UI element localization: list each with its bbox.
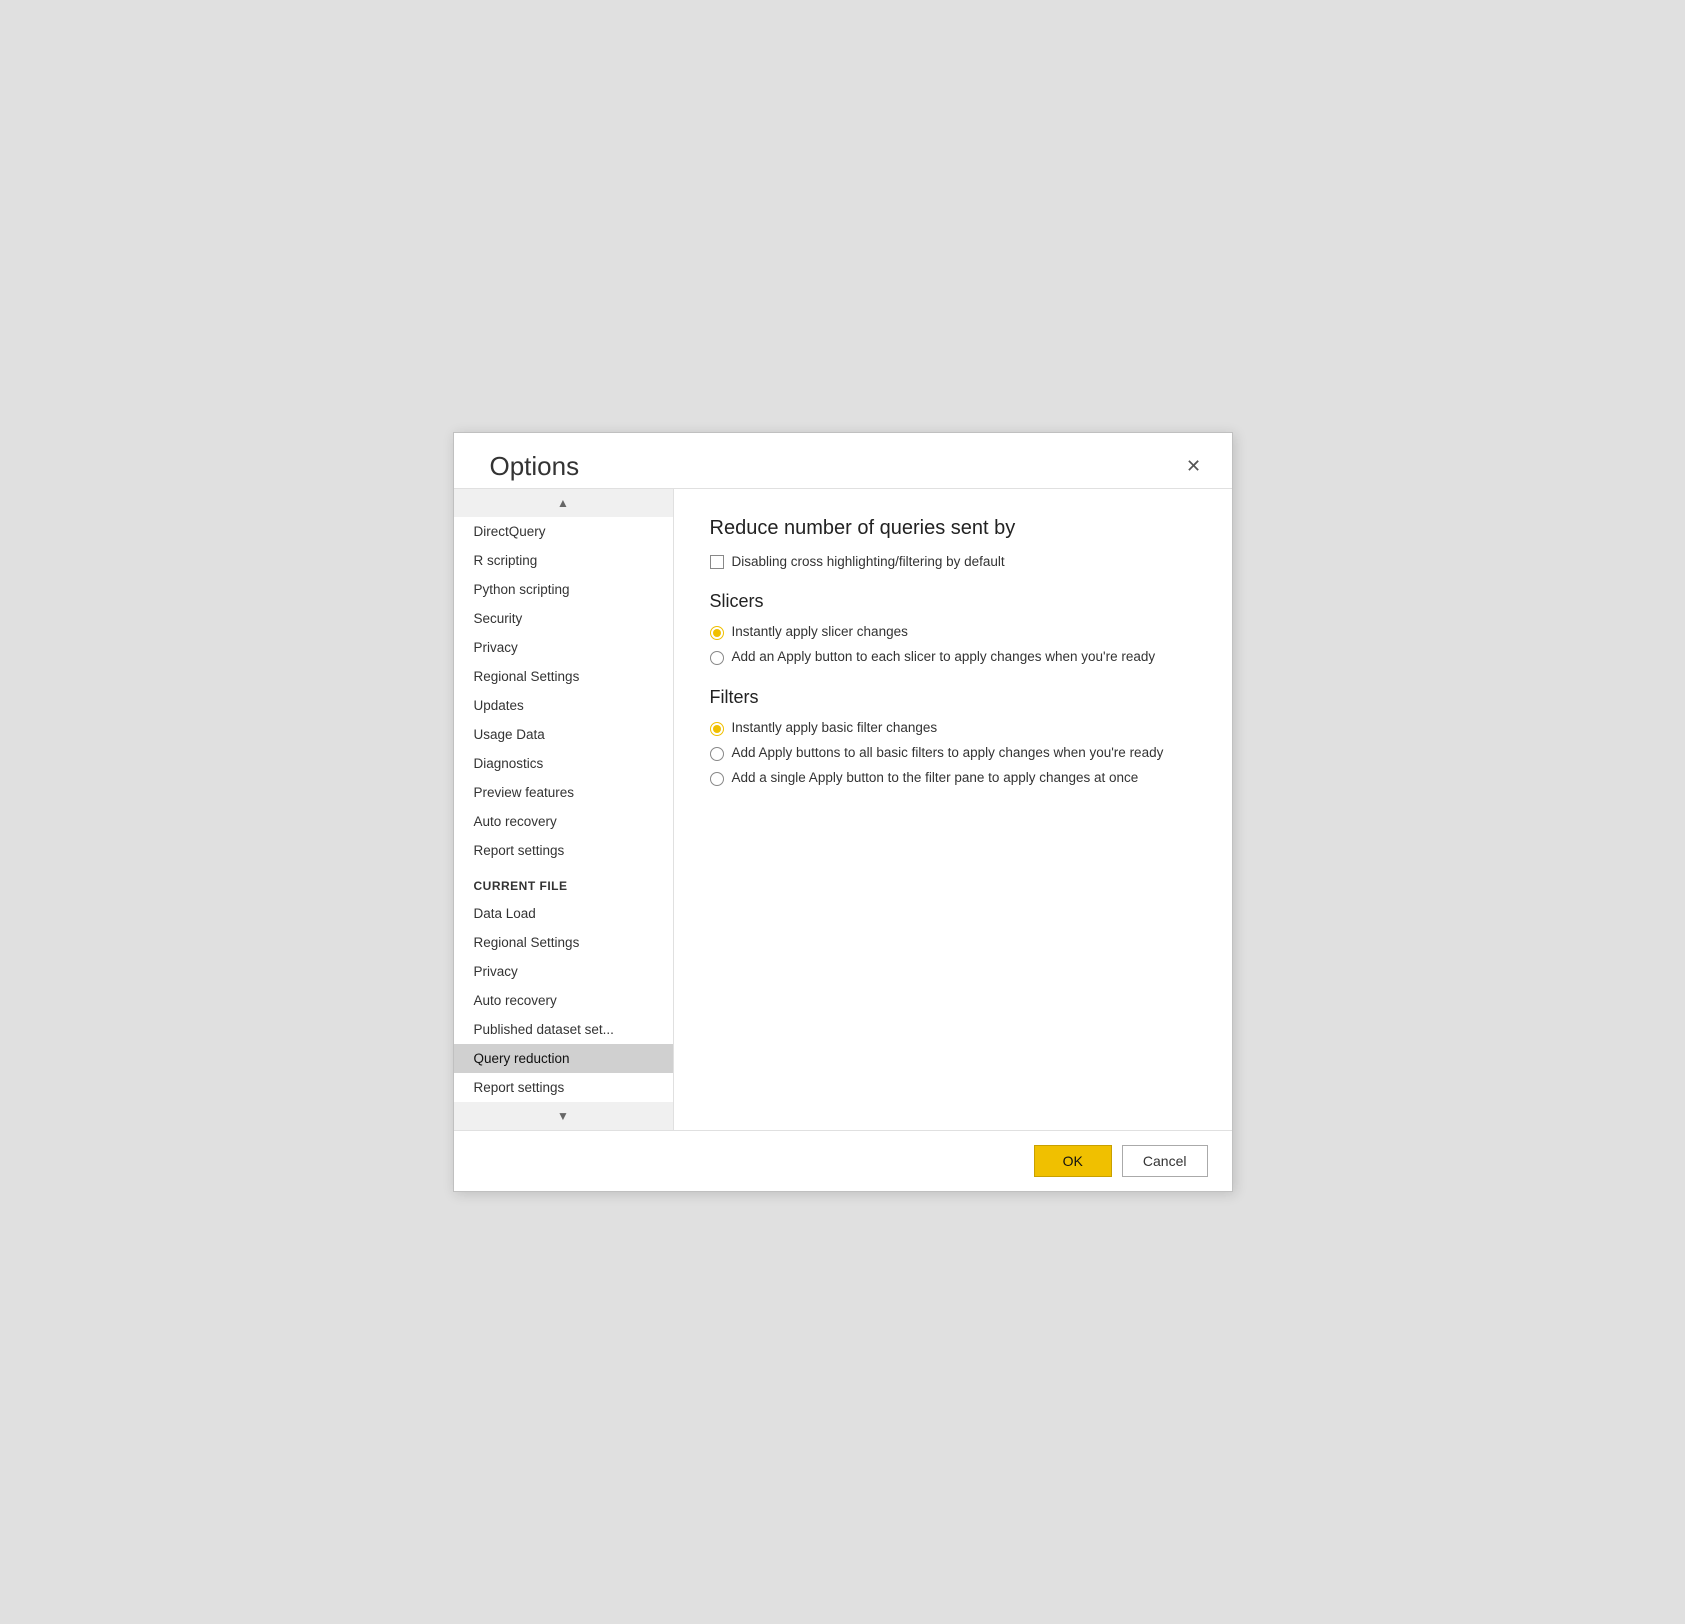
current-file-item-query-reduction[interactable]: Query reduction <box>454 1044 673 1073</box>
filter-radio-2[interactable] <box>710 772 724 786</box>
cross-highlight-checkbox[interactable] <box>710 555 724 569</box>
sidebar-item-report-settings[interactable]: Report settings <box>454 836 673 865</box>
current-file-item-auto-recovery[interactable]: Auto recovery <box>454 986 673 1015</box>
filter-option-row-2: Add a single Apply button to the filter … <box>710 770 1196 786</box>
filter-option-row-1: Add Apply buttons to all basic filters t… <box>710 745 1196 761</box>
current-file-item-published-dataset-set...[interactable]: Published dataset set... <box>454 1015 673 1044</box>
sidebar-item-diagnostics[interactable]: Diagnostics <box>454 749 673 778</box>
slicer-radio-1[interactable] <box>710 651 724 665</box>
sidebar-item-privacy[interactable]: Privacy <box>454 633 673 662</box>
cross-highlight-label: Disabling cross highlighting/filtering b… <box>732 554 1005 569</box>
filter-label-0: Instantly apply basic filter changes <box>732 720 938 735</box>
slicers-heading: Slicers <box>710 591 1196 612</box>
sidebar-item-r-scripting[interactable]: R scripting <box>454 546 673 575</box>
ok-button[interactable]: OK <box>1034 1145 1112 1177</box>
slicer-label-0: Instantly apply slicer changes <box>732 624 908 639</box>
filter-options: Instantly apply basic filter changes Add … <box>710 720 1196 786</box>
current-file-item-privacy[interactable]: Privacy <box>454 957 673 986</box>
current-file-item-regional-settings[interactable]: Regional Settings <box>454 928 673 957</box>
slicer-option-row-0: Instantly apply slicer changes <box>710 624 1196 640</box>
filter-option-row-0: Instantly apply basic filter changes <box>710 720 1196 736</box>
slicer-options: Instantly apply slicer changes Add an App… <box>710 624 1196 665</box>
current-file-header: CURRENT FILE <box>454 865 673 899</box>
current-file-item-report-settings[interactable]: Report settings <box>454 1073 673 1102</box>
content-pane: Reduce number of queries sent by Disabli… <box>674 489 1232 1130</box>
filters-heading: Filters <box>710 687 1196 708</box>
filter-radio-1[interactable] <box>710 747 724 761</box>
sidebar: ▲ DirectQueryR scriptingPython scripting… <box>454 489 674 1130</box>
slicer-radio-0[interactable] <box>710 626 724 640</box>
close-button[interactable]: ✕ <box>1180 453 1208 481</box>
sidebar-scroll: DirectQueryR scriptingPython scriptingSe… <box>454 517 673 1102</box>
filter-label-2: Add a single Apply button to the filter … <box>732 770 1139 785</box>
sidebar-item-preview-features[interactable]: Preview features <box>454 778 673 807</box>
scroll-down-button[interactable]: ▼ <box>454 1102 673 1130</box>
global-nav-section: DirectQueryR scriptingPython scriptingSe… <box>454 517 673 865</box>
main-heading: Reduce number of queries sent by <box>710 517 1196 540</box>
dialog-header: Options ✕ <box>454 433 1232 488</box>
filter-radio-0[interactable] <box>710 722 724 736</box>
scroll-up-button[interactable]: ▲ <box>454 489 673 517</box>
sidebar-item-usage-data[interactable]: Usage Data <box>454 720 673 749</box>
sidebar-item-python-scripting[interactable]: Python scripting <box>454 575 673 604</box>
current-file-item-data-load[interactable]: Data Load <box>454 899 673 928</box>
sidebar-item-regional-settings[interactable]: Regional Settings <box>454 662 673 691</box>
sidebar-item-directquery[interactable]: DirectQuery <box>454 517 673 546</box>
slicer-option-row-1: Add an Apply button to each slicer to ap… <box>710 649 1196 665</box>
dialog-footer: OK Cancel <box>454 1130 1232 1191</box>
cross-highlight-row: Disabling cross highlighting/filtering b… <box>710 554 1196 569</box>
sidebar-item-updates[interactable]: Updates <box>454 691 673 720</box>
dialog-title: Options <box>490 451 580 482</box>
filter-label-1: Add Apply buttons to all basic filters t… <box>732 745 1164 760</box>
sidebar-item-auto-recovery[interactable]: Auto recovery <box>454 807 673 836</box>
current-file-nav-section: Data LoadRegional SettingsPrivacyAuto re… <box>454 899 673 1102</box>
cancel-button[interactable]: Cancel <box>1122 1145 1208 1177</box>
sidebar-item-security[interactable]: Security <box>454 604 673 633</box>
options-dialog: Options ✕ ▲ DirectQueryR scriptingPython… <box>453 432 1233 1192</box>
dialog-body: ▲ DirectQueryR scriptingPython scripting… <box>454 488 1232 1130</box>
slicer-label-1: Add an Apply button to each slicer to ap… <box>732 649 1156 664</box>
